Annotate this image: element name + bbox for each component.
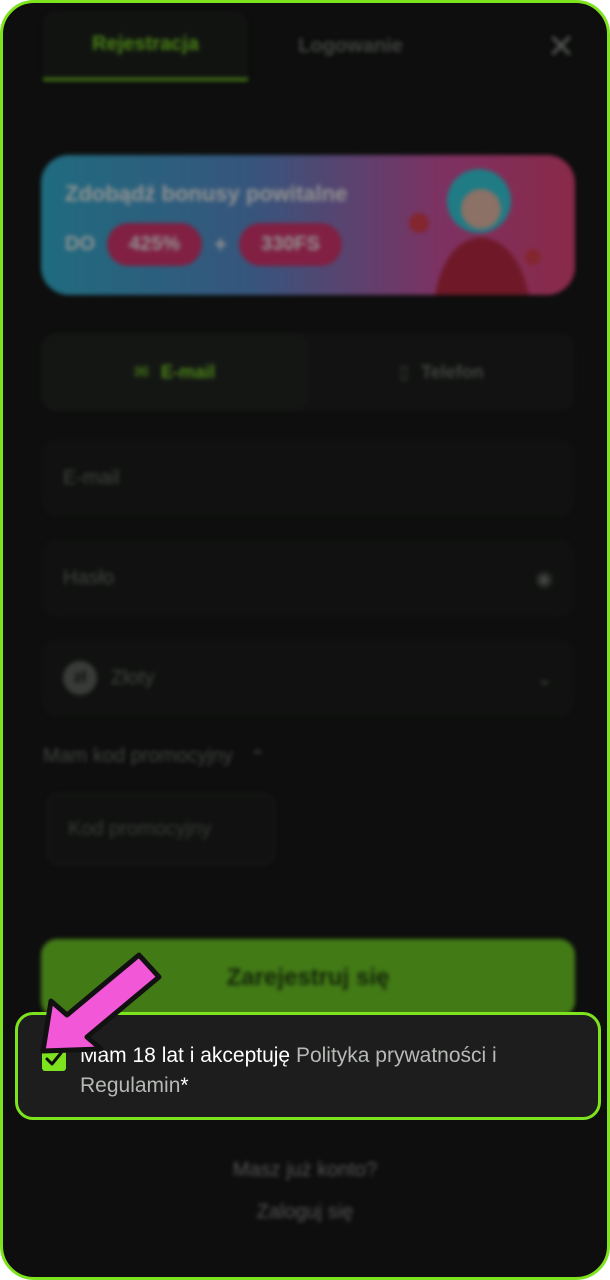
consent-and: i [486, 1044, 497, 1067]
required-asterisk: * [180, 1074, 189, 1097]
registration-modal: Rejestracja Logowanie ✕ Zdobądź bonusy p… [0, 0, 610, 1280]
promo-toggle-label: Mam kod promocyjny [43, 745, 234, 767]
password-placeholder: Hasło [63, 566, 115, 589]
tab-login[interactable]: Logowanie [248, 11, 453, 81]
currency-value: Złoty [111, 666, 155, 689]
eye-icon[interactable]: ◉ [536, 566, 553, 591]
method-phone[interactable]: ▯ Telefon [308, 333, 575, 411]
promo-placeholder: Kod promocyjny [68, 817, 212, 840]
method-email-label: E-mail [161, 361, 216, 382]
banner-bonus-row: DO 425% + 330FS [65, 223, 342, 266]
banner-plus: + [214, 231, 228, 257]
currency-select[interactable]: zł Złoty ⌄ [41, 639, 575, 717]
email-field[interactable]: E-mail [41, 439, 575, 517]
auth-tabs: Rejestracja Logowanie [43, 11, 453, 81]
email-placeholder: E-mail [63, 466, 120, 489]
promo-code-input[interactable]: Kod promocyjny [47, 793, 275, 865]
welcome-bonus-banner: Zdobądź bonusy powitalne DO 425% + 330FS [41, 155, 575, 295]
bonus-fs-badge: 330FS [239, 223, 342, 266]
signup-method-toggle: ✉ E-mail ▯ Telefon [41, 333, 575, 411]
tab-registration[interactable]: Rejestracja [43, 11, 248, 81]
banner-prefix: DO [65, 233, 95, 255]
chevron-up-icon: ⌃ [249, 747, 266, 769]
pointer-arrow-icon [40, 952, 162, 1054]
chevron-down-icon: ⌄ [536, 667, 553, 690]
promo-code-toggle[interactable]: Mam kod promocyjny ⌃ [43, 745, 266, 770]
method-email[interactable]: ✉ E-mail [41, 333, 308, 411]
method-phone-label: Telefon [421, 361, 484, 382]
terms-link[interactable]: Regulamin [80, 1074, 180, 1097]
phone-icon: ▯ [399, 361, 410, 382]
privacy-policy-link[interactable]: Polityka prywatności [296, 1044, 486, 1067]
password-field[interactable]: Hasło ◉ [41, 539, 575, 617]
login-link[interactable]: Zaloguj się [3, 1201, 607, 1224]
currency-coin-icon: zł [63, 661, 97, 695]
banner-title: Zdobądź bonusy powitalne [65, 181, 348, 206]
email-icon: ✉ [133, 361, 150, 382]
close-icon[interactable]: ✕ [543, 29, 579, 65]
banner-character-illustration [409, 169, 541, 295]
have-account-text: Masz już konto? [232, 1159, 378, 1181]
bonus-percent-badge: 425% [107, 223, 203, 266]
